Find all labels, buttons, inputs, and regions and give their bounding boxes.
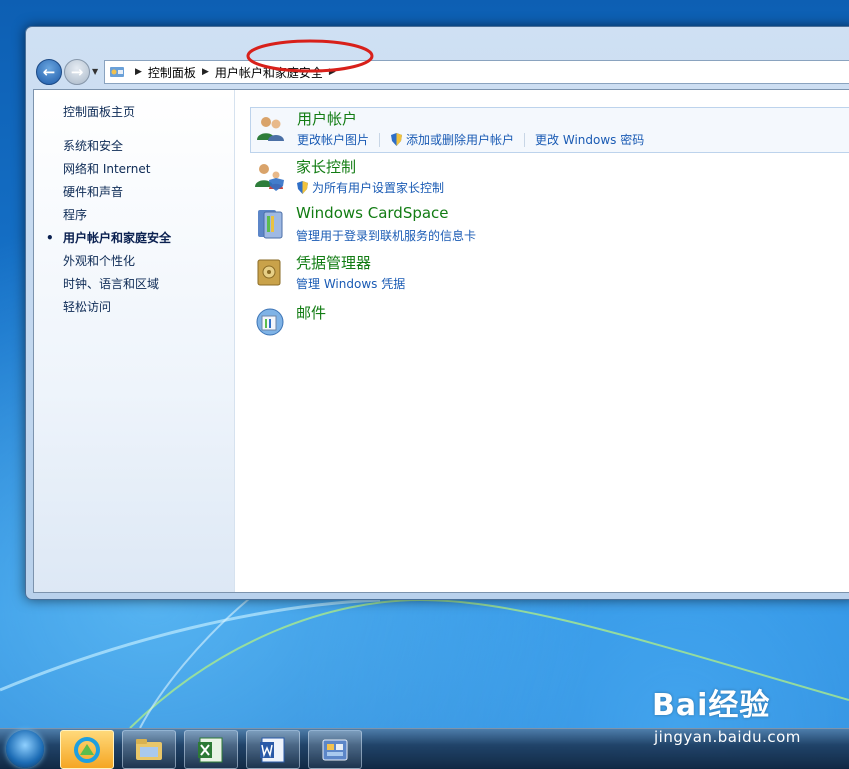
breadcrumb-arrow-icon[interactable]: ▶ — [202, 67, 209, 77]
current-bullet-icon: • — [46, 231, 54, 245]
sidebar-item-label: 硬件和声音 — [63, 185, 124, 199]
category-title[interactable]: 用户帐户 — [297, 108, 357, 129]
parental-controls-icon[interactable] — [254, 160, 286, 192]
category-links: 管理用于登录到联机服务的信息卡 — [296, 227, 476, 244]
link-divider — [379, 132, 381, 147]
link-divider — [524, 132, 526, 147]
category-title[interactable]: 家长控制 — [296, 156, 356, 177]
category-credential-manager: 凭据管理器 管理 Windows 凭据 — [250, 252, 849, 292]
cardspace-icon[interactable] — [254, 208, 286, 240]
excel-icon — [198, 737, 223, 762]
sidebar-item-label: 轻松访问 — [63, 300, 112, 314]
sidebar-item-user-accounts[interactable]: • 用户帐户和家庭安全 — [46, 230, 172, 253]
manage-info-cards-link[interactable]: 管理用于登录到联机服务的信息卡 — [296, 227, 476, 244]
main-content: 用户帐户 更改帐户图片 添加或删除用户帐户 更改 Windows 密码 家长控制… — [244, 90, 849, 592]
watermark: Bai经验 jingyan.baidu.com — [652, 680, 842, 750]
breadcrumb-arrow-icon[interactable]: ▶ — [135, 67, 142, 77]
add-remove-accounts-link[interactable]: 添加或删除用户帐户 — [390, 131, 514, 148]
taskbar-control-panel-button[interactable] — [308, 730, 362, 769]
change-picture-link[interactable]: 更改帐户图片 — [297, 131, 369, 148]
start-orb-icon[interactable] — [6, 730, 44, 768]
taskbar-explorer-button[interactable] — [122, 730, 176, 769]
recent-pages-dropdown-icon[interactable]: ▼ — [92, 67, 98, 76]
control-panel-icon — [322, 739, 348, 760]
client-area: 控制面板主页 系统和安全 网络和 Internet 硬件和声音 程序 • 用户帐户… — [33, 89, 849, 593]
category-cardspace: Windows CardSpace 管理用于登录到联机服务的信息卡 — [250, 204, 849, 244]
category-links: 更改帐户图片 添加或删除用户帐户 更改 Windows 密码 — [297, 131, 644, 148]
sidebar-item-label: 外观和个性化 — [63, 254, 136, 268]
forward-button[interactable]: → — [64, 59, 90, 85]
sidebar-list: 系统和安全 网络和 Internet 硬件和声音 程序 • 用户帐户和家庭安全 外… — [46, 138, 172, 322]
address-bar[interactable]: ▶ 控制面板 ▶ 用户帐户和家庭安全 ▶ — [104, 60, 849, 84]
sidebar: 控制面板主页 系统和安全 网络和 Internet 硬件和声音 程序 • 用户帐户… — [34, 90, 235, 592]
category-title[interactable]: Windows CardSpace — [296, 204, 449, 222]
sidebar-item-appearance[interactable]: 外观和个性化 — [63, 253, 171, 276]
sidebar-item-hardware[interactable]: 硬件和声音 — [63, 184, 171, 207]
category-parental-controls: 家长控制 为所有用户设置家长控制 — [250, 156, 849, 196]
sidebar-home-link[interactable]: 控制面板主页 — [63, 103, 135, 120]
sidebar-item-system-security[interactable]: 系统和安全 — [63, 138, 171, 161]
category-links: 为所有用户设置家长控制 — [296, 179, 444, 196]
sidebar-item-label: 用户帐户和家庭安全 — [63, 231, 172, 245]
setup-parental-controls-link[interactable]: 为所有用户设置家长控制 — [296, 179, 444, 196]
watermark-site: jingyan.baidu.com — [654, 728, 801, 746]
control-panel-window: ← → ▼ ▶ 控制面板 ▶ 用户帐户和家庭安全 ▶ 控制面板主页 系统和安全 … — [25, 26, 849, 600]
sidebar-item-label: 程序 — [63, 208, 88, 222]
browser-icon — [74, 736, 100, 763]
taskbar-browser-button[interactable] — [60, 730, 114, 769]
credential-manager-icon[interactable] — [254, 256, 286, 288]
category-title[interactable]: 凭据管理器 — [296, 252, 371, 273]
manage-windows-credentials-link[interactable]: 管理 Windows 凭据 — [296, 275, 405, 292]
taskbar-excel-button[interactable] — [184, 730, 238, 769]
navigation-bar: ← → ▼ ▶ 控制面板 ▶ 用户帐户和家庭安全 ▶ — [34, 57, 849, 87]
category-mail: 邮件 — [250, 302, 849, 338]
file-explorer-icon — [136, 738, 162, 760]
sidebar-item-ease-of-access[interactable]: 轻松访问 — [63, 299, 171, 322]
users-icon[interactable] — [255, 112, 287, 144]
sidebar-item-label: 网络和 Internet — [63, 162, 151, 176]
highlight-ring — [246, 39, 374, 73]
sidebar-item-label: 系统和安全 — [63, 139, 124, 153]
uac-shield-icon — [297, 181, 308, 194]
sidebar-item-clock-language[interactable]: 时钟、语言和区域 — [63, 276, 171, 299]
category-user-accounts: 用户帐户 更改帐户图片 添加或删除用户帐户 更改 Windows 密码 — [250, 107, 849, 153]
change-password-link[interactable]: 更改 Windows 密码 — [535, 131, 644, 148]
back-button[interactable]: ← — [36, 59, 62, 85]
breadcrumb-control-panel[interactable]: 控制面板 — [148, 64, 196, 81]
taskbar-word-button[interactable] — [246, 730, 300, 769]
sidebar-item-label: 时钟、语言和区域 — [63, 277, 160, 291]
mail-icon[interactable] — [254, 306, 286, 338]
category-title[interactable]: 邮件 — [296, 302, 326, 323]
link-label: 为所有用户设置家长控制 — [312, 181, 445, 195]
sidebar-item-network[interactable]: 网络和 Internet — [63, 161, 171, 184]
uac-shield-icon — [391, 133, 403, 146]
category-links: 管理 Windows 凭据 — [296, 275, 405, 292]
word-icon — [260, 737, 285, 762]
watermark-brand: Bai经验 — [652, 688, 771, 723]
link-label: 添加或删除用户帐户 — [406, 133, 515, 147]
control-panel-icon — [110, 67, 124, 77]
sidebar-item-programs[interactable]: 程序 — [63, 207, 171, 230]
